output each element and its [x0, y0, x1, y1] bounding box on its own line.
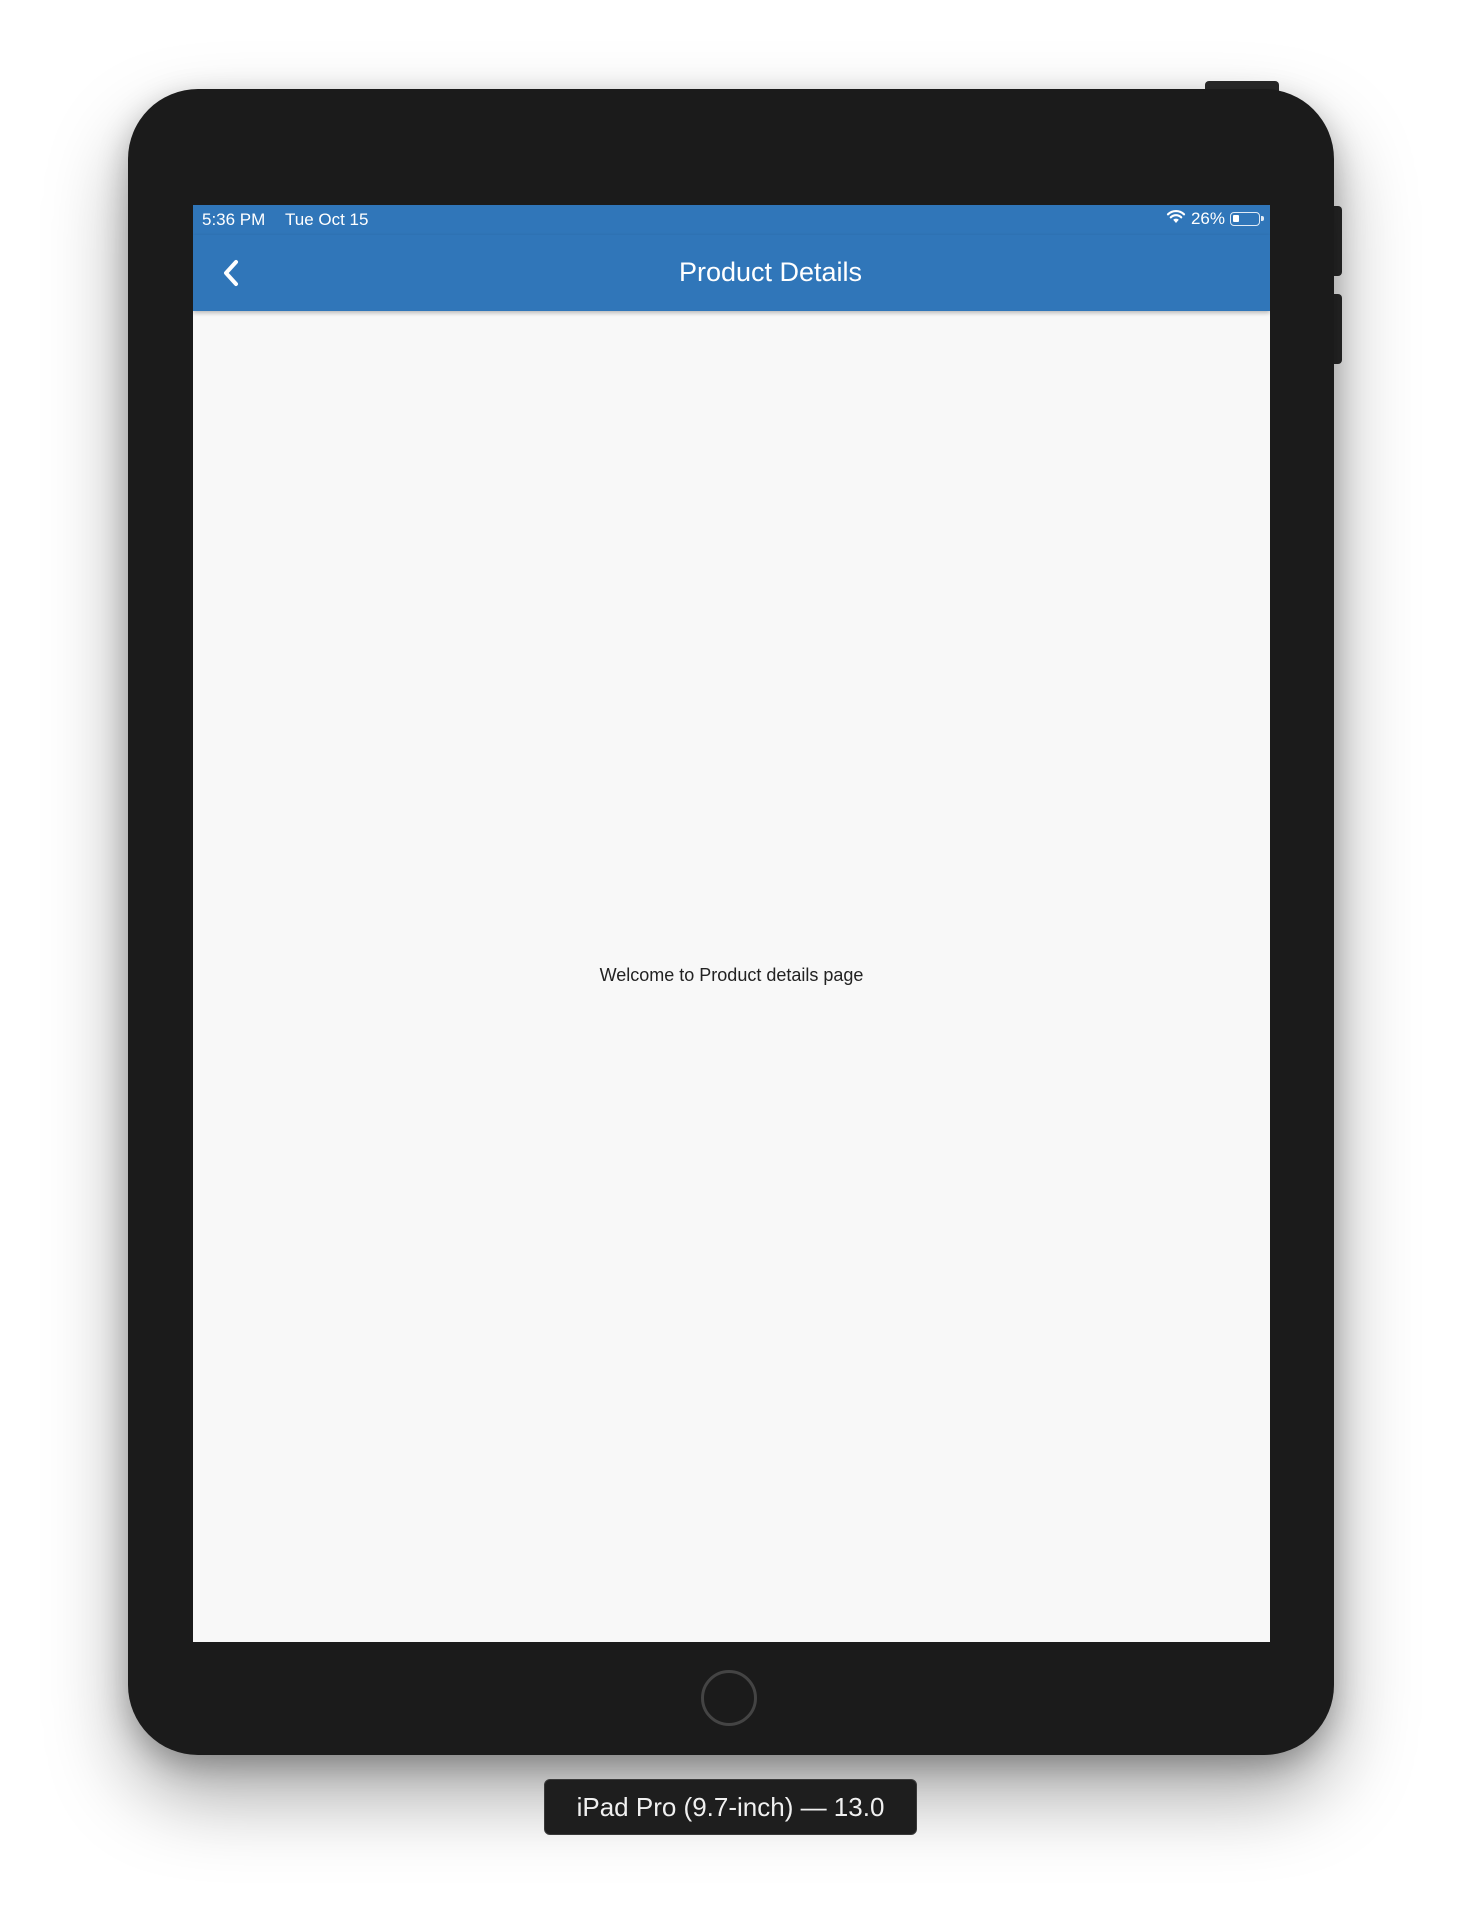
status-indicators: 26%: [1166, 209, 1264, 229]
simulator-device-label: iPad Pro (9.7-inch) — 13.0: [544, 1779, 917, 1835]
battery-percent: 26%: [1190, 209, 1225, 228]
status-date: Tue Oct 15: [285, 210, 369, 229]
home-button[interactable]: [701, 1670, 757, 1726]
wifi-icon: [1166, 209, 1186, 229]
navigation-bar: Product Details: [193, 235, 1270, 311]
battery-nub: [1261, 216, 1264, 221]
volume-up-button: [1333, 206, 1342, 276]
status-time: 5:36 PM: [202, 210, 266, 229]
welcome-message: Welcome to Product details page: [599, 965, 864, 985]
battery-fill: [1233, 215, 1239, 222]
volume-down-button: [1333, 294, 1342, 364]
page-title: Product Details: [678, 257, 863, 287]
status-bar: 5:36 PM Tue Oct 15 26%: [193, 205, 1270, 235]
app-screen: 5:36 PM Tue Oct 15 26% Product Details W…: [193, 205, 1270, 1642]
battery-icon: [1230, 212, 1264, 226]
